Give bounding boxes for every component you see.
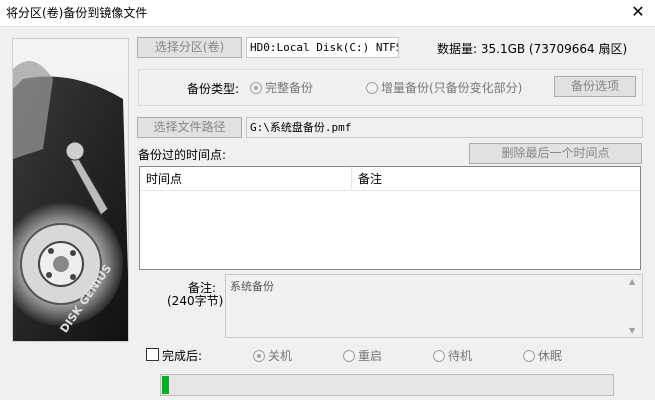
remark-text: 系统备份	[230, 280, 274, 293]
title-bar: 将分区(卷)备份到镜像文件 ✕	[0, 0, 655, 26]
radio-restart-label: 重启	[358, 349, 383, 363]
radio-standby[interactable]: 待机	[433, 347, 472, 364]
timepoint-list[interactable]: 时间点 备注	[139, 166, 641, 270]
radio-full-backup[interactable]: 完整备份	[250, 79, 313, 96]
column-timepoint[interactable]: 时间点	[140, 167, 352, 191]
backup-type-label: 备份类型:	[187, 82, 240, 96]
radio-restart[interactable]: 重启	[343, 347, 382, 364]
radio-shutdown-label: 关机	[268, 349, 293, 363]
radio-standby-dot	[433, 349, 445, 362]
radio-hibernate-dot	[523, 349, 535, 362]
on-complete-checkbox[interactable]	[146, 348, 159, 361]
remark-scrollbar[interactable]: ▲ ▼	[626, 275, 642, 337]
radio-shutdown[interactable]: 关机	[253, 347, 292, 364]
on-complete-label: 完成后:	[162, 349, 203, 363]
scroll-down-icon[interactable]: ▼	[629, 326, 635, 335]
backup-options-button[interactable]: 备份选项	[554, 76, 636, 97]
radio-incremental-backup[interactable]: 增量备份(只备份变化部分)	[366, 79, 522, 96]
select-file-path-button[interactable]: 选择文件路径	[137, 117, 242, 138]
file-path-field[interactable]: G:\系统盘备份.pmf	[246, 117, 643, 138]
radio-full-backup-label: 完整备份	[265, 81, 314, 95]
partition-field: HD0:Local Disk(C:) NTFS	[246, 37, 399, 58]
close-icon: ✕	[631, 2, 645, 21]
scroll-up-icon[interactable]: ▲	[629, 277, 635, 286]
window-title: 将分区(卷)备份到镜像文件	[6, 6, 148, 20]
radio-shutdown-dot	[253, 349, 265, 362]
radio-standby-label: 待机	[448, 349, 473, 363]
column-remark[interactable]: 备注	[352, 167, 640, 191]
select-partition-button[interactable]: 选择分区(卷)	[137, 37, 242, 58]
disk-genius-logo-image: DISK GENIUS	[12, 38, 129, 342]
remark-textarea[interactable]: 系统备份 ▲ ▼	[225, 274, 643, 338]
radio-incremental-backup-label: 增量备份(只备份变化部分)	[381, 81, 523, 95]
remark-limit-label: (240字节)	[167, 294, 224, 308]
radio-hibernate[interactable]: 休眠	[523, 347, 562, 364]
radio-full-backup-dot	[250, 81, 262, 94]
radio-incremental-backup-dot	[366, 81, 378, 94]
delete-last-timepoint-button[interactable]: 删除最后一个时间点	[469, 143, 642, 164]
progress-bar	[160, 374, 614, 396]
progress-fill	[162, 376, 169, 394]
history-label: 备份过的时间点:	[138, 148, 227, 162]
radio-restart-dot	[343, 349, 355, 362]
close-button[interactable]: ✕	[621, 0, 655, 26]
radio-hibernate-label: 休眠	[538, 349, 563, 363]
data-size-label: 数据量: 35.1GB (73709664 扇区)	[437, 42, 628, 56]
timepoint-list-header: 时间点 备注	[140, 167, 640, 191]
